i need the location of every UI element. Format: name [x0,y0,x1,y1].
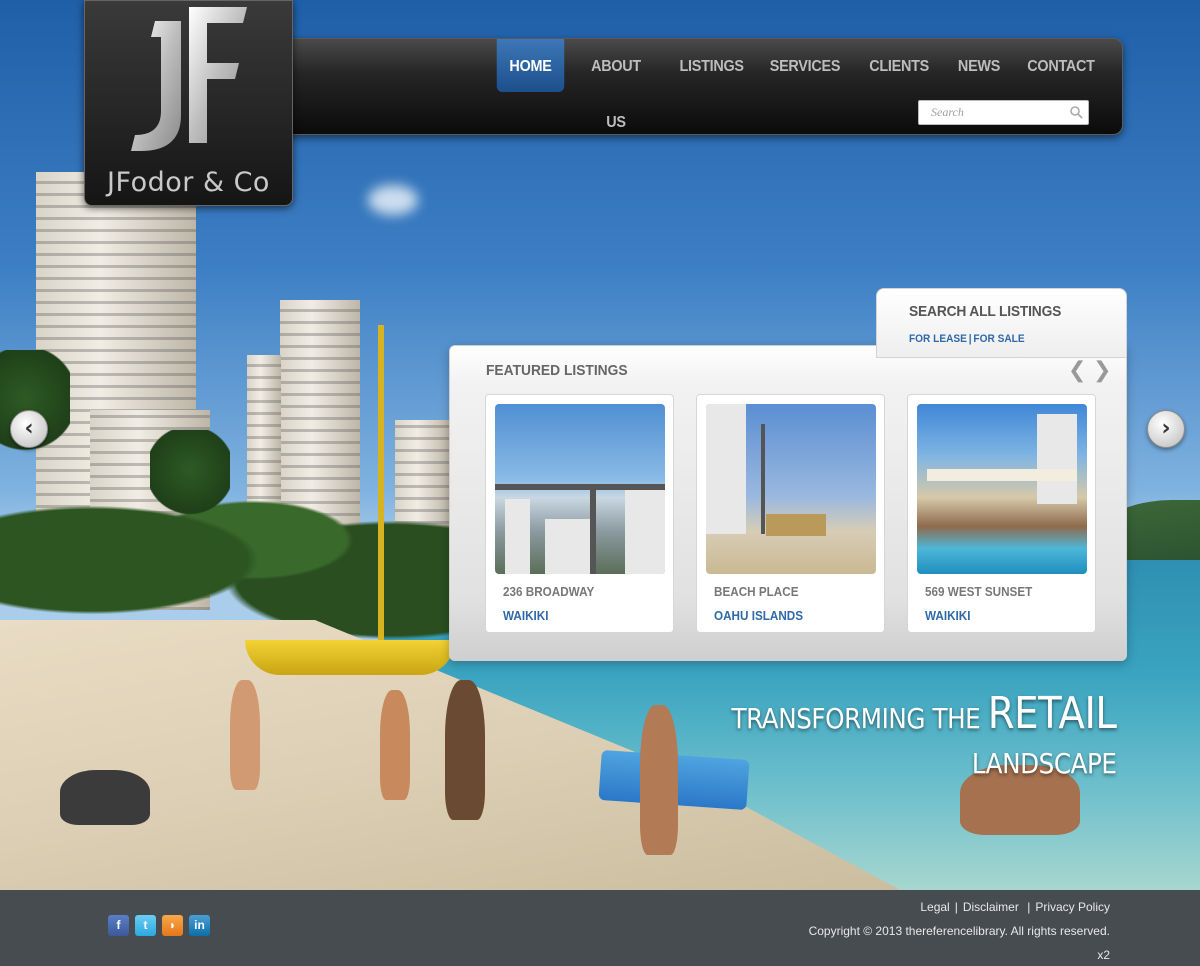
footer-links: Legal | Disclaimer | Privacy Policy [920,900,1110,914]
listing-image-pool [917,404,1087,574]
footer: f t ◗ in Legal | Disclaimer | Privacy Polic… [0,890,1200,966]
listing-area[interactable]: WAIKIKI [503,608,549,623]
nav-services[interactable]: SERVICES [770,39,841,92]
listing-card[interactable]: 569 WEST SUNSET WAIKIKI [907,394,1096,633]
beachgoer [640,705,678,855]
listing-address: 569 WEST SUNSET [925,584,1033,599]
listing-address: BEACH PLACE [714,584,799,599]
linkedin-icon[interactable]: in [189,915,210,936]
social-links: f t ◗ in [108,915,210,936]
featured-listings-panel: FEATURED LISTINGS ❮ ❯ 236 BROADWAY WAIKI… [449,345,1127,661]
beachgoer [380,690,410,800]
listing-area[interactable]: WAIKIKI [925,608,971,623]
search-all-listings-title: SEARCH ALL LISTINGS [909,303,1062,320]
tagline-line-1: TRANSFORMING THE RETAIL [732,688,1117,739]
twitter-icon[interactable]: t [135,915,156,936]
hero-tagline: TRANSFORMING THE RETAIL LANDSCAPE [679,688,1117,780]
nav-home[interactable]: HOME [496,39,565,92]
listing-card[interactable]: 236 BROADWAY WAIKIKI [485,394,674,633]
copyright-text: Copyright © 2013 thereferencelibrary. Al… [808,924,1110,938]
main-navigation: HOME ABOUT US LISTINGS SERVICES CLIENTS … [270,38,1123,135]
featured-next-icon[interactable]: ❯ [1093,358,1111,383]
listing-address: 236 BROADWAY [503,584,595,599]
palm-trees [0,440,460,640]
facebook-icon[interactable]: f [108,915,129,936]
nav-clients[interactable]: CLIENTS [869,39,929,92]
for-sale-link[interactable]: FOR SALE [973,333,1024,345]
listing-card[interactable]: BEACH PLACE OAHU ISLANDS [696,394,885,633]
nav-contact[interactable]: CONTACT [1027,39,1095,92]
disclaimer-link[interactable]: Disclaimer [963,900,1019,914]
tagline-big: RETAIL [988,688,1117,739]
privacy-policy-link[interactable]: Privacy Policy [1035,900,1110,914]
catamaran [245,640,455,675]
featured-prev-icon[interactable]: ❮ [1068,358,1086,383]
beachgoer [230,680,260,790]
beachgoer [60,770,150,825]
nav-listings[interactable]: LISTINGS [680,39,745,92]
listing-area[interactable]: OAHU ISLANDS [714,608,803,623]
nav-about-us[interactable]: ABOUT US [580,39,652,131]
beachgoer [445,680,485,820]
site-logo[interactable]: JFodor & Co [84,0,293,206]
listing-image-beach [706,404,876,574]
brand-name: JFodor & Co [107,167,270,198]
search-icon[interactable] [1069,105,1083,119]
jf-monogram-icon [131,7,247,151]
for-lease-link[interactable]: FOR LEASE [909,333,967,345]
slider-prev-button[interactable]: ‹ [10,410,48,448]
legal-link[interactable]: Legal [920,900,949,914]
boat-mast [378,325,384,645]
featured-listings-title: FEATURED LISTINGS [486,362,628,379]
slider-next-button[interactable]: › [1147,410,1185,448]
palm-tree [150,430,230,530]
search-input[interactable] [919,101,1064,124]
search-all-links: FOR LEASE | FOR SALE [909,333,1025,345]
tagline-small: TRANSFORMING THE [731,702,981,735]
cloud [368,185,418,215]
search-all-listings-tab: SEARCH ALL LISTINGS FOR LEASE | FOR SALE [876,288,1127,358]
nav-news[interactable]: NEWS [956,39,1003,92]
search-box [918,100,1089,125]
x2-text: x2 [1097,948,1110,962]
rss-icon[interactable]: ◗ [162,915,183,936]
listing-image-city-view [495,404,665,574]
tagline-line-2: LANDSCAPE [972,747,1117,780]
